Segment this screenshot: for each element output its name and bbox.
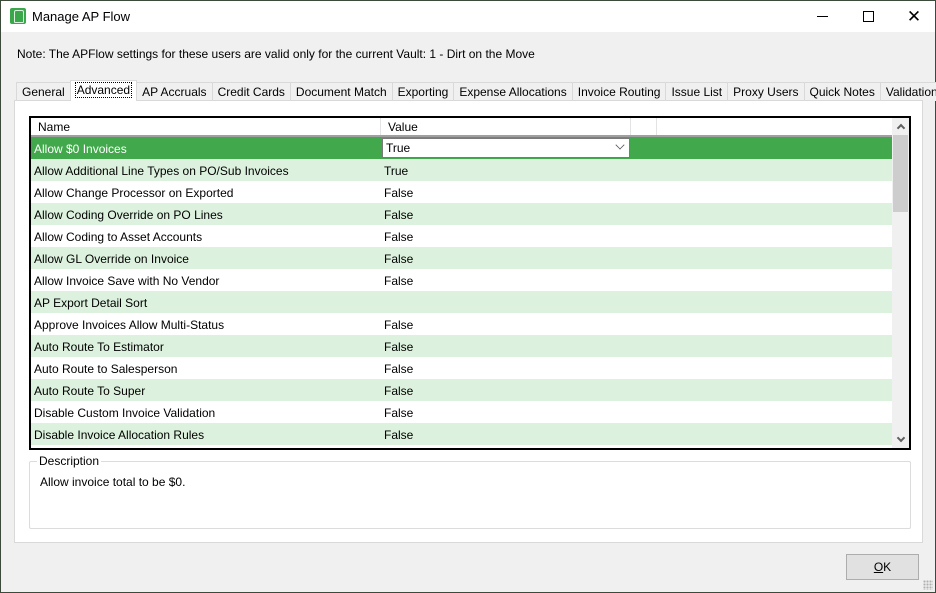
tab-label: Issue List [671,85,723,99]
table-row[interactable]: Allow Coding Override on PO Lines False [31,203,893,225]
tab-label: Invoice Routing [577,85,661,99]
setting-value[interactable]: False [384,362,413,376]
tab-proxy-users[interactable]: Proxy Users [727,82,805,101]
chevron-down-icon[interactable] [615,140,625,150]
setting-name: Auto Route To Super [34,384,146,398]
tab-label: Proxy Users [733,85,799,99]
tab-invoice-routing[interactable]: Invoice Routing [571,82,667,101]
close-icon: ✕ [906,7,922,26]
setting-name: Allow Change Processor on Exported [34,186,234,200]
setting-name: Auto Route To Estimator [34,340,164,354]
setting-value[interactable]: False [384,428,413,442]
value-dropdown[interactable]: True [382,138,630,158]
column-header-spacer [631,118,657,135]
minimize-icon [816,16,828,17]
tab-strip: General Advanced AP Accruals Credit Cards Do… [16,80,936,101]
tab-validation[interactable]: Validation [879,82,936,101]
tab-quick-notes[interactable]: Quick Notes [803,82,881,101]
maximize-icon [862,11,874,22]
resize-grip[interactable] [923,580,933,590]
setting-value[interactable]: False [384,252,413,266]
column-header-value[interactable]: Value [381,118,631,135]
setting-name: AP Export Detail Sort [34,296,148,310]
tab-label: Advanced [74,82,133,98]
tab-exporting[interactable]: Exporting [391,82,455,101]
setting-value[interactable]: False [384,208,413,222]
vault-note: Note: The APFlow settings for these user… [17,47,535,61]
settings-grid: Name Value Allow $0 Invoices True Allow Ad… [29,116,911,450]
title-bar: Manage AP Flow ✕ [1,1,935,32]
description-label: Description [37,454,102,468]
scroll-down-button[interactable] [892,431,909,448]
tab-label: AP Accruals [142,85,207,99]
tab-document-match[interactable]: Document Match [289,82,393,101]
setting-value[interactable]: True [384,164,408,178]
table-row[interactable]: Allow Change Processor on Exported False [31,181,893,203]
scroll-up-button[interactable] [892,118,909,135]
tab-ap-accruals[interactable]: AP Accruals [136,82,213,101]
tab-label: Document Match [295,85,387,99]
setting-value[interactable]: False [384,274,413,288]
setting-value[interactable]: False [384,318,413,332]
maximize-button[interactable] [845,1,891,32]
tab-general[interactable]: General [16,82,71,101]
app-logo-icon [10,8,26,24]
close-button[interactable]: ✕ [891,1,936,32]
tab-expense-allocations[interactable]: Expense Allocations [453,82,573,101]
chevron-up-icon [896,123,905,133]
ok-label-rest: K [883,560,892,574]
setting-name: Allow $0 Invoices [34,142,127,156]
setting-value[interactable]: False [384,186,413,200]
setting-value[interactable]: False [384,230,413,244]
setting-value[interactable]: False [384,340,413,354]
table-row[interactable]: Auto Route To Super False [31,379,893,401]
setting-name: Allow GL Override on Invoice [34,252,189,266]
grid-rows: Allow $0 Invoices True Allow Additional Li… [31,137,893,445]
setting-value[interactable]: False [384,384,413,398]
tab-label: Credit Cards [217,85,285,99]
advanced-tab-panel: Name Value Allow $0 Invoices True Allow Ad… [14,100,923,543]
value-dropdown-selected: True [386,141,411,155]
setting-name: Auto Route to Salesperson [34,362,178,376]
column-header-name[interactable]: Name [31,118,381,135]
tab-label: General [22,85,65,99]
description-text: Allow invoice total to be $0. [40,475,186,489]
setting-name: Allow Coding Override on PO Lines [34,208,223,222]
setting-name: Allow Invoice Save with No Vendor [34,274,220,288]
table-row[interactable]: Allow $0 Invoices True [31,137,893,159]
tab-credit-cards[interactable]: Credit Cards [211,82,291,101]
tab-label: Exporting [397,85,449,99]
grid-header: Name Value [31,118,893,137]
table-row[interactable]: Allow Additional Line Types on PO/Sub In… [31,159,893,181]
setting-value[interactable]: False [384,406,413,420]
table-row[interactable]: Allow Invoice Save with No Vendor False [31,269,893,291]
table-row[interactable]: Auto Route To Estimator False [31,335,893,357]
ok-button[interactable]: OK [846,554,919,580]
minimize-button[interactable] [799,1,845,32]
tab-label: Quick Notes [809,85,875,99]
vertical-scrollbar[interactable] [892,118,909,448]
description-group: Description Allow invoice total to be $0… [29,454,911,529]
manage-ap-flow-window: Manage AP Flow ✕ Note: The APFlow settin… [0,0,936,593]
ok-mnemonic: O [873,560,884,574]
setting-name: Allow Additional Line Types on PO/Sub In… [34,164,289,178]
table-row[interactable]: Approve Invoices Allow Multi-Status False [31,313,893,335]
table-row[interactable]: Auto Route to Salesperson False [31,357,893,379]
table-row[interactable]: Disable Custom Invoice Validation False [31,401,893,423]
table-row[interactable]: Allow GL Override on Invoice False [31,247,893,269]
setting-name: Disable Invoice Allocation Rules [34,428,205,442]
scroll-thumb[interactable] [893,135,908,212]
tab-issue-list[interactable]: Issue List [665,82,729,101]
table-row[interactable]: AP Export Detail Sort [31,291,893,313]
tab-label: Expense Allocations [459,85,567,99]
setting-name: Allow Coding to Asset Accounts [34,230,203,244]
tab-advanced[interactable]: Advanced [69,80,138,101]
setting-name: Approve Invoices Allow Multi-Status [34,318,225,332]
window-title: Manage AP Flow [32,9,131,24]
chevron-down-icon [896,433,905,443]
tab-label: Validation [885,85,936,99]
table-row[interactable]: Allow Coding to Asset Accounts False [31,225,893,247]
table-row[interactable]: Disable Invoice Allocation Rules False [31,423,893,445]
setting-name: Disable Custom Invoice Validation [34,406,216,420]
